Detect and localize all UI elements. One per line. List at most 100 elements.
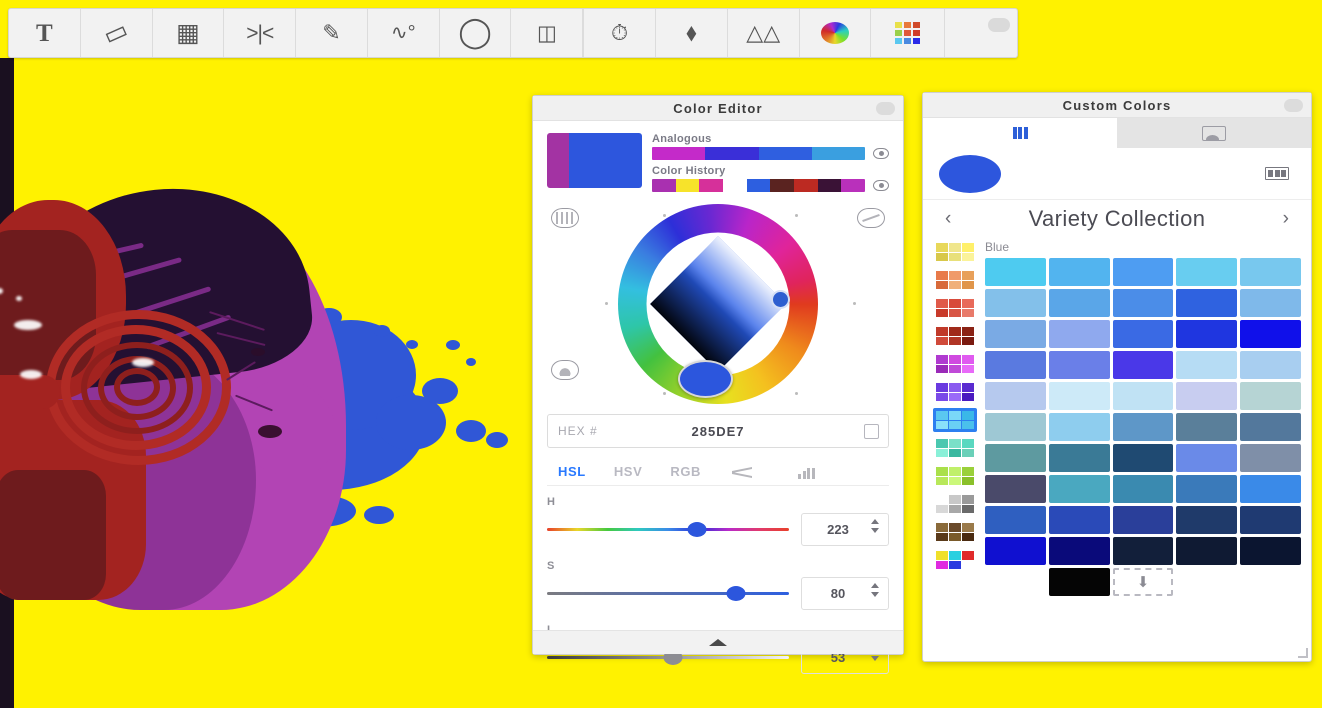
- color-swatch[interactable]: [1048, 320, 1110, 348]
- color-swatch[interactable]: [1240, 537, 1301, 565]
- toolbar-overflow[interactable]: [945, 9, 1017, 57]
- color-swatch[interactable]: [1048, 537, 1110, 565]
- tab-hsv[interactable]: HSV: [603, 462, 654, 481]
- color-swatch[interactable]: [1048, 351, 1110, 379]
- palette-tool[interactable]: [871, 9, 946, 57]
- color-swatch[interactable]: [1112, 475, 1174, 503]
- color-swatch[interactable]: [1176, 382, 1238, 410]
- perspective-grid-tool[interactable]: ▦: [153, 9, 225, 57]
- curve-tool[interactable]: ∿°: [368, 9, 440, 57]
- current-color-swatch[interactable]: [547, 133, 642, 188]
- color-swatch[interactable]: [1240, 258, 1301, 286]
- palette-thumb-brown-palette[interactable]: [933, 520, 977, 544]
- color-swatch[interactable]: [985, 351, 1046, 379]
- palette-thumb-magenta-palette[interactable]: [933, 352, 977, 376]
- black-swatch[interactable]: [1048, 568, 1110, 596]
- history-visibility-icon[interactable]: [873, 180, 889, 191]
- color-swatch[interactable]: [1048, 413, 1110, 441]
- color-swatch[interactable]: [985, 537, 1046, 565]
- h-knob[interactable]: [687, 522, 707, 537]
- color-swatch[interactable]: [1048, 506, 1110, 534]
- palette-thumb-blue-palette[interactable]: [933, 408, 977, 432]
- hue-handle[interactable]: [678, 360, 733, 398]
- tab-hsl[interactable]: HSL: [547, 462, 597, 481]
- color-swatch[interactable]: [1112, 444, 1174, 472]
- h-stepper[interactable]: 223: [801, 513, 889, 546]
- s-stepper-arrows[interactable]: [871, 583, 879, 597]
- color-swatch[interactable]: [1112, 537, 1174, 565]
- palette-thumb-primary-palette[interactable]: [933, 548, 977, 572]
- color-swatch[interactable]: [985, 382, 1046, 410]
- color-swatch[interactable]: [985, 289, 1046, 317]
- shuffle-icon[interactable]: [730, 464, 756, 480]
- color-swatch[interactable]: [1240, 506, 1301, 534]
- color-swatch[interactable]: [1176, 258, 1238, 286]
- color-swatch[interactable]: [1240, 475, 1301, 503]
- color-swatch[interactable]: [985, 475, 1046, 503]
- hex-input-field[interactable]: HEX # 285DE7: [547, 414, 889, 448]
- color-swatch[interactable]: [1112, 320, 1174, 348]
- color-swatch[interactable]: [1112, 506, 1174, 534]
- color-swatch[interactable]: [985, 258, 1046, 286]
- palette-thumb-dark-red-palette[interactable]: [933, 324, 977, 348]
- copy-icon[interactable]: [864, 423, 879, 439]
- symmetry-tool[interactable]: >|<: [224, 9, 297, 57]
- color-swatch[interactable]: [1240, 382, 1301, 410]
- palette-thumb-lime-palette[interactable]: [933, 464, 977, 488]
- shape-combine-tool[interactable]: ◫: [511, 9, 584, 57]
- palette-thumb-orange-palette[interactable]: [933, 268, 977, 292]
- layers-tool[interactable]: ⬧: [656, 9, 728, 57]
- color-swatch[interactable]: [1240, 320, 1301, 348]
- color-swatch[interactable]: [1048, 289, 1110, 317]
- wheel-mode-icon[interactable]: [551, 208, 579, 228]
- panel-resize-handle[interactable]: [1298, 648, 1308, 658]
- color-swatch[interactable]: [1112, 289, 1174, 317]
- custom-colors-menu-icon[interactable]: [1284, 99, 1303, 112]
- color-swatch[interactable]: [1112, 351, 1174, 379]
- pen-tool[interactable]: ✎: [296, 9, 368, 57]
- palette-thumb-red-orange-palette[interactable]: [933, 296, 977, 320]
- color-swatch[interactable]: [985, 320, 1046, 348]
- color-swatch[interactable]: [1240, 413, 1301, 441]
- tab-rgb[interactable]: RGB: [659, 462, 712, 481]
- color-swatch[interactable]: [1048, 382, 1110, 410]
- color-swatch[interactable]: [1112, 382, 1174, 410]
- tab-image[interactable]: [1117, 118, 1311, 148]
- color-swatch[interactable]: [1176, 537, 1238, 565]
- current-color-ellipse[interactable]: [939, 154, 1001, 193]
- sliders-icon[interactable]: [798, 464, 824, 480]
- s-stepper[interactable]: 80: [801, 577, 889, 610]
- tab-palettes[interactable]: [923, 118, 1117, 148]
- grid-view-icon[interactable]: [1265, 167, 1289, 180]
- ellipse-tool[interactable]: ◯: [440, 9, 512, 57]
- color-swatch[interactable]: [1176, 351, 1238, 379]
- color-swatch[interactable]: [1240, 444, 1301, 472]
- color-swatch[interactable]: [1048, 475, 1110, 503]
- add-color-slot[interactable]: ⬇: [1112, 568, 1174, 596]
- history-tool[interactable]: ⏱: [584, 9, 657, 57]
- palette-thumb-yellow-palette[interactable]: [933, 240, 977, 264]
- s-slider[interactable]: [547, 584, 789, 604]
- chevron-left-icon[interactable]: ‹: [939, 208, 957, 230]
- chevron-right-icon[interactable]: ›: [1277, 208, 1295, 230]
- color-swatch[interactable]: [1048, 258, 1110, 286]
- palette-thumb-teal-palette[interactable]: [933, 436, 977, 460]
- diamond-handle[interactable]: [771, 290, 790, 309]
- palette-thumb-grey-palette[interactable]: [933, 492, 977, 516]
- s-knob[interactable]: [726, 586, 746, 601]
- color-swatch[interactable]: [1240, 289, 1301, 317]
- color-history-bar[interactable]: [652, 179, 865, 192]
- color-swatch[interactable]: [1240, 351, 1301, 379]
- color-swatch[interactable]: [1112, 413, 1174, 441]
- color-swatch[interactable]: [1112, 258, 1174, 286]
- palette-thumb-purple-palette[interactable]: [933, 380, 977, 404]
- color-editor-menu-icon[interactable]: [876, 102, 895, 115]
- color-swatch[interactable]: [1176, 289, 1238, 317]
- color-swatch[interactable]: [985, 444, 1046, 472]
- text-tool[interactable]: T: [9, 9, 81, 57]
- color-editor-collapse-bar[interactable]: [533, 630, 903, 654]
- color-swatch[interactable]: [1176, 320, 1238, 348]
- color-swatch[interactable]: [1176, 444, 1238, 472]
- selection-tool[interactable]: ▭: [81, 9, 153, 57]
- color-swatch[interactable]: [985, 413, 1046, 441]
